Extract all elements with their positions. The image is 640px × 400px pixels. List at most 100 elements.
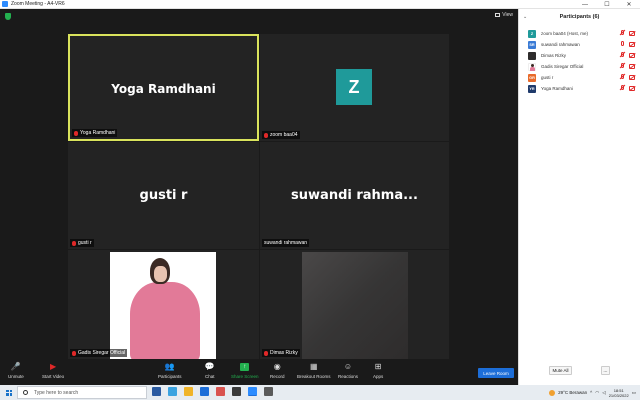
participant-row[interactable]: Dimas Rizky <box>519 50 640 61</box>
person-face-shape <box>154 266 167 282</box>
mute-all-button[interactable]: Mute All <box>549 366 572 375</box>
breakout-rooms-button[interactable]: ▦ Breakout Rooms <box>297 362 331 380</box>
unmute-label: Unmute <box>8 374 24 379</box>
file-explorer-icon[interactable] <box>184 387 193 396</box>
avatar: Z <box>336 69 372 105</box>
record-button[interactable]: ◉ Record <box>270 363 285 380</box>
video-off-icon <box>629 75 635 80</box>
view-button[interactable]: View <box>495 12 513 18</box>
participant-row[interactable]: YR Yoga Ramdhani <box>519 83 640 94</box>
participant-row[interactable]: Gadis Siregar Official <box>519 61 640 72</box>
panel-title: Participants (6) <box>559 14 600 20</box>
tray-arrow-icon[interactable]: ^ <box>590 390 592 395</box>
participant-status-icons <box>620 85 635 91</box>
tile-name-label: Gadis Siregar Official <box>70 349 128 357</box>
participant-status-icons <box>620 52 635 58</box>
window-title: Zoom Meeting - A4-VR6 <box>11 1 65 7</box>
chat-button[interactable]: 💬 Chat <box>204 362 215 380</box>
search-icon <box>23 390 28 395</box>
clock-date: 21/03/2022 <box>608 392 629 398</box>
chat-icon: 💬 <box>204 362 215 371</box>
start-video-button[interactable]: ▶ Start Video <box>42 362 65 380</box>
participants-label: Participants <box>158 374 182 379</box>
muted-mic-icon <box>74 130 78 136</box>
participant-list: Zzoom baa04 (Host, me) SR suwandi rahmawan… <box>519 28 640 94</box>
muted-mic-icon <box>620 85 625 91</box>
security-shield-icon[interactable] <box>5 13 11 20</box>
participant-row[interactable]: GR gusti r <box>519 72 640 83</box>
share-screen-button[interactable]: ↑ Share Screen <box>231 363 259 379</box>
video-tile-dimas-rizky[interactable]: Dimas Rizky <box>260 250 449 359</box>
tile-label-text: zoom baa04 <box>270 132 298 138</box>
mic-icon <box>620 41 625 47</box>
windows-start-icon[interactable] <box>6 389 12 396</box>
tile-name-label: suwandi rahmawan <box>262 239 310 247</box>
participant-status-icons <box>620 63 635 69</box>
participants-icon: 👥 <box>164 362 175 371</box>
participant-avatar <box>528 62 536 71</box>
apps-button[interactable]: ⊞ Apps <box>373 362 383 380</box>
tile-label-text: suwandi rahmawan <box>264 240 308 246</box>
muted-mic-icon <box>620 30 625 36</box>
participant-avatar: SR <box>528 40 536 49</box>
leave-room-button[interactable]: Leave Room <box>478 368 514 378</box>
chrome-icon[interactable] <box>216 387 225 396</box>
muted-mic-icon <box>72 240 76 246</box>
store-icon[interactable] <box>232 387 241 396</box>
title-bar: Zoom Meeting - A4-VR6 — ☐ ✕ <box>0 0 640 9</box>
edge-icon[interactable] <box>168 387 177 396</box>
apps-icon: ⊞ <box>374 362 382 371</box>
participant-avatar <box>528 51 536 60</box>
tile-name-label: Yoga Ramdhani <box>72 129 118 137</box>
record-label: Record <box>270 374 285 379</box>
video-off-icon <box>629 64 635 69</box>
breakout-rooms-icon: ▦ <box>309 362 318 371</box>
app-taskbar-icon[interactable] <box>264 387 273 396</box>
video-tile-zoom-baa04[interactable]: Z zoom baa04 <box>260 34 449 141</box>
network-icon[interactable]: ◠ <box>595 390 599 396</box>
muted-mic-icon <box>264 132 268 138</box>
muted-mic-icon <box>264 350 268 356</box>
video-tile-gadis-siregar[interactable]: Gadis Siregar Official <box>68 250 259 359</box>
clock[interactable]: 18:51 21/03/2022 <box>609 388 629 398</box>
unmute-button[interactable]: 🎤 Unmute <box>8 362 24 380</box>
taskbar-apps <box>152 387 273 396</box>
video-off-icon <box>629 31 635 36</box>
breakout-rooms-label: Breakout Rooms <box>297 374 331 379</box>
video-tile-yoga-ramdhani[interactable]: Yoga Ramdhani Yoga Ramdhani <box>68 34 259 141</box>
zoom-taskbar-icon[interactable] <box>248 387 257 396</box>
reactions-icon: ☺ <box>343 362 353 371</box>
share-screen-label: Share Screen <box>231 374 259 379</box>
muted-mic-icon <box>620 63 625 69</box>
notifications-icon[interactable]: ▭ <box>632 390 636 396</box>
share-screen-icon: ↑ <box>240 363 250 371</box>
mail-icon[interactable] <box>200 387 209 396</box>
tile-name-label: gusti r <box>70 239 94 247</box>
tile-label-text: Dimas Rizky <box>270 350 298 356</box>
person-body-shape <box>130 282 200 359</box>
participant-row[interactable]: SR suwandi rahmawan <box>519 39 640 50</box>
muted-mic-icon <box>620 74 625 80</box>
volume-icon[interactable]: ◁ <box>602 390 605 396</box>
close-button[interactable]: ✕ <box>618 0 640 9</box>
video-tile-suwandi-rahmawan[interactable]: suwandi rahma... suwandi rahmawan <box>260 142 449 249</box>
start-video-label: Start Video <box>42 374 65 379</box>
tile-label-text: Yoga Ramdhani <box>80 130 116 136</box>
minimize-button[interactable]: — <box>574 0 596 9</box>
participant-status-icons <box>620 30 635 36</box>
weather-text[interactable]: 29°C Berawan <box>558 390 587 395</box>
tile-display-name: Yoga Ramdhani <box>111 82 216 96</box>
participant-video <box>302 252 408 359</box>
reactions-button[interactable]: ☺ Reactions <box>338 362 358 380</box>
video-off-icon: ▶ <box>50 362 57 371</box>
task-view-icon[interactable] <box>152 387 161 396</box>
view-label: View <box>502 12 513 18</box>
taskbar-search-input[interactable]: Type here to search <box>17 386 147 399</box>
participant-row[interactable]: Zzoom baa04 (Host, me) <box>519 28 640 39</box>
muted-mic-icon: 🎤 <box>10 362 21 371</box>
maximize-button[interactable]: ☐ <box>596 0 618 9</box>
panel-footer: Mute All ... <box>519 366 640 376</box>
participants-button[interactable]: 👥 Participants <box>158 362 182 380</box>
more-options-button[interactable]: ... <box>601 366 610 375</box>
video-tile-gusti-r[interactable]: gusti r gusti r <box>68 142 259 249</box>
